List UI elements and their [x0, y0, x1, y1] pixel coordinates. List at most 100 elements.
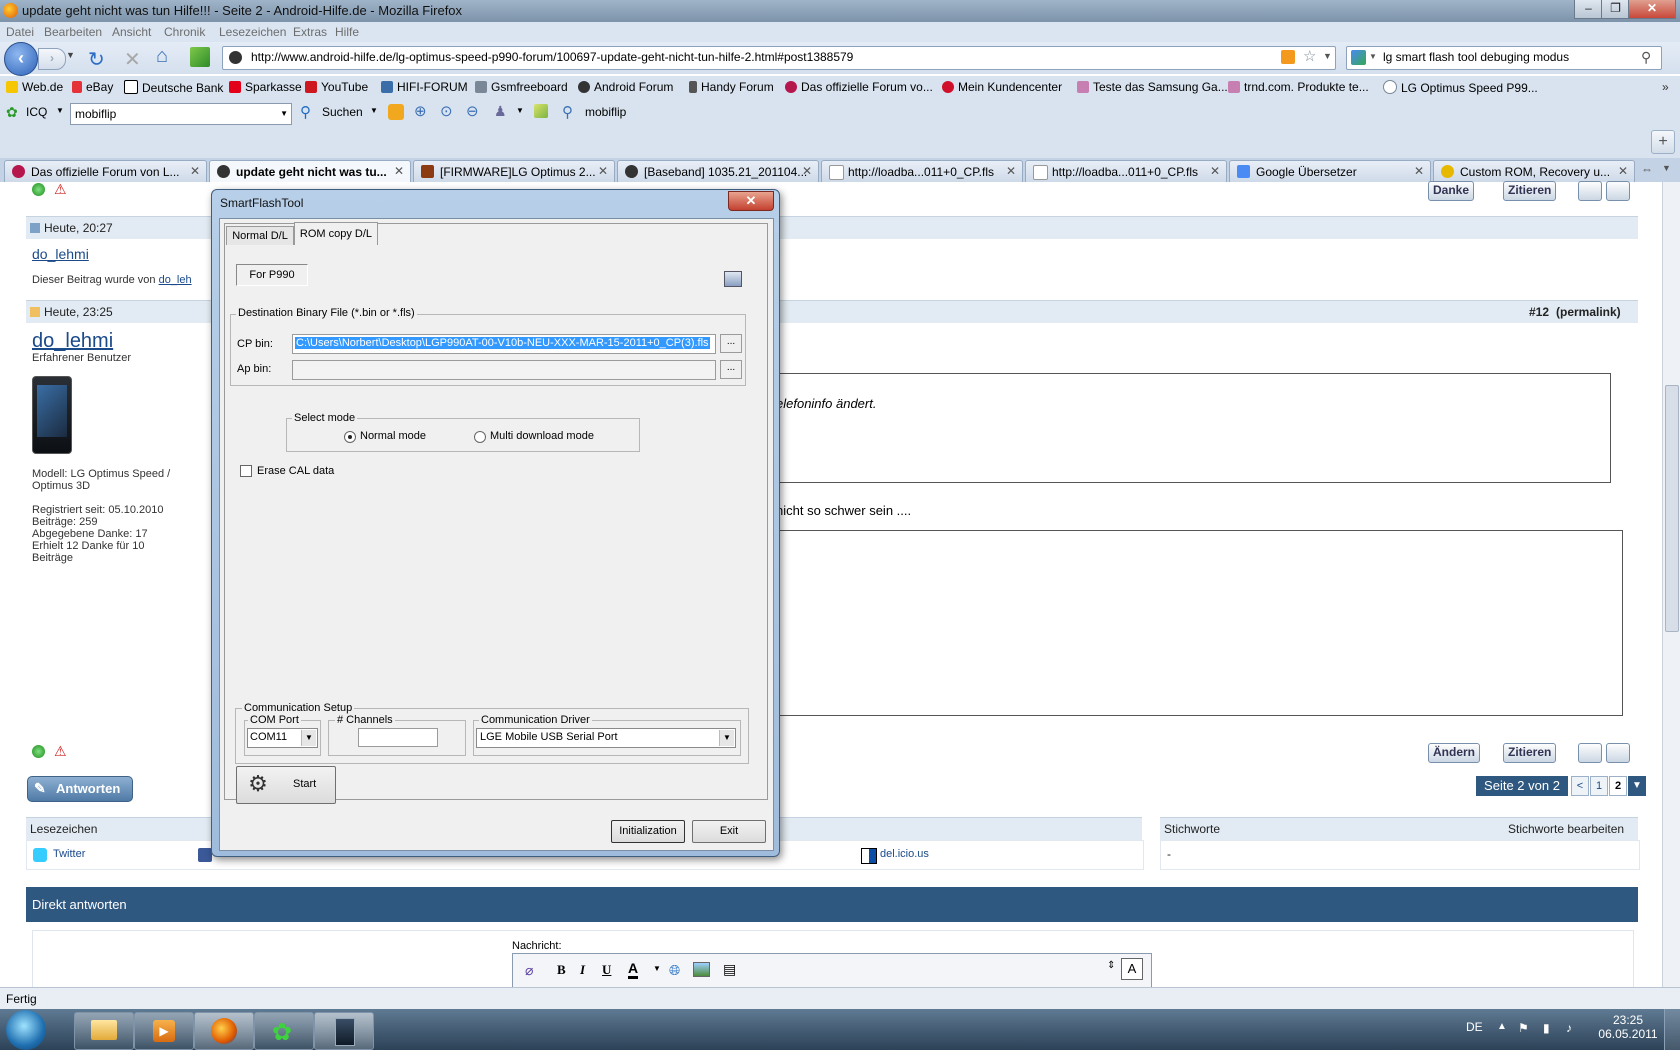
menu-datei[interactable]: Datei	[6, 25, 34, 39]
resize-editor-icon[interactable]: ⇕	[1107, 960, 1115, 971]
tab-list-icon[interactable]: ▼	[1662, 163, 1671, 173]
font-color-button[interactable]: A	[628, 960, 639, 979]
toolbar-search-dropdown-icon[interactable]: ▼	[370, 106, 378, 115]
com-port-dropdown-icon[interactable]: ▼	[301, 730, 316, 746]
post-author-link[interactable]: do_lehmi	[32, 246, 89, 262]
channels-input[interactable]	[358, 728, 438, 747]
ap-browse-button[interactable]: ...	[720, 360, 742, 379]
forward-button[interactable]: ›	[38, 48, 66, 70]
multi-download-radio[interactable]	[474, 431, 486, 443]
mobiflip-link[interactable]: mobiflip	[585, 105, 626, 119]
bookmark-deutsche-bank[interactable]: Deutsche Bank	[124, 80, 223, 95]
driver-select[interactable]: LGE Mobile USB Serial Port ▼	[476, 728, 736, 748]
page-scrollbar-thumb[interactable]	[1665, 385, 1679, 632]
menu-bearbeiten[interactable]: Bearbeiten	[44, 25, 102, 39]
pager-prev[interactable]: <	[1571, 776, 1589, 796]
zitieren-button[interactable]: Zitieren	[1503, 743, 1557, 763]
tab-offizielle-forum[interactable]: Das offizielle Forum von L... ✕	[4, 160, 207, 183]
toolbar-icq-icon[interactable]	[388, 104, 404, 120]
new-tab-button[interactable]: +	[1651, 130, 1675, 154]
taskbar-media-player[interactable]: ▶	[134, 1012, 194, 1050]
highlight-icon[interactable]	[534, 104, 548, 118]
stop-icon[interactable]: ✕	[124, 47, 141, 72]
report-post-icon[interactable]: ⚠	[54, 181, 67, 198]
computer-icon[interactable]	[724, 271, 742, 287]
tab-close-icon[interactable]: ✕	[1414, 164, 1424, 178]
back-button[interactable]: ‹	[4, 42, 38, 76]
menu-chronik[interactable]: Chronik	[164, 25, 205, 39]
volume-icon[interactable]: ♪	[1566, 1021, 1572, 1035]
menu-ansicht[interactable]: Ansicht	[112, 25, 151, 39]
language-indicator[interactable]: DE	[1466, 1020, 1483, 1034]
post-number[interactable]: #12	[1529, 305, 1549, 319]
start-flash-button[interactable]: ⚙ Start	[236, 766, 336, 804]
multi-quote-icon[interactable]	[1578, 743, 1602, 763]
antworten-button[interactable]: ✎ Antworten	[27, 776, 133, 802]
bookmark-hifi-forum[interactable]: HIFI-FORUM	[381, 80, 468, 94]
tab-scroll-icon[interactable]: ⇔	[1641, 162, 1653, 176]
stichworte-edit-link[interactable]: Stichworte bearbeiten	[1508, 822, 1624, 836]
minimize-button[interactable]: –	[1574, 0, 1603, 19]
permalink[interactable]: (permalink)	[1556, 305, 1621, 319]
zoom-out-icon[interactable]: ⊖	[466, 102, 479, 120]
network-icon[interactable]: ⚑	[1518, 1021, 1529, 1035]
bookmarks-overflow-icon[interactable]: »	[1662, 80, 1669, 94]
menu-hilfe[interactable]: Hilfe	[335, 25, 359, 39]
url-bar[interactable]: http://www.android-hilfe.de/lg-optimus-s…	[222, 46, 1336, 70]
erase-cal-checkbox[interactable]	[240, 465, 252, 477]
zitieren-button[interactable]: Zitieren	[1503, 181, 1557, 201]
icq-select-arrow-icon[interactable]: ▼	[280, 109, 288, 118]
icq-search-select[interactable]: mobiflip ▼	[70, 103, 292, 125]
delicious-link[interactable]: del.icio.us	[880, 848, 929, 860]
show-desktop-button[interactable]	[1664, 1009, 1680, 1050]
url-dropdown-icon[interactable]: ▼	[1323, 51, 1332, 61]
andern-button[interactable]: Ändern	[1428, 743, 1480, 763]
bookmark-handy-forum[interactable]: Handy Forum	[689, 80, 774, 94]
bookmark-android-forum[interactable]: Android Forum	[578, 80, 673, 94]
bold-button[interactable]: B	[557, 962, 566, 978]
bookmark-ebay[interactable]: eBay	[72, 80, 113, 94]
toolbar-search-icon[interactable]: ⚲	[300, 103, 311, 121]
zoom-reset-icon[interactable]: ⊙	[440, 102, 453, 120]
tab-baseband[interactable]: [Baseband] 1035.21_201104... ✕	[617, 160, 819, 183]
clock[interactable]: 23:25 06.05.2011	[1598, 1013, 1658, 1041]
bookmark-star-icon[interactable]: ☆	[1303, 47, 1316, 65]
driver-dropdown-icon[interactable]: ▼	[719, 730, 734, 746]
bookmark-trnd[interactable]: trnd.com. Produkte te...	[1228, 80, 1369, 94]
toolbar-search-label[interactable]: Suchen	[322, 105, 363, 119]
multi-quote-icon[interactable]	[1578, 181, 1602, 201]
insert-quote-icon[interactable]: ▤	[723, 961, 736, 978]
toggle-editor-mode-icon[interactable]: A	[1121, 958, 1143, 980]
dialog-close-button[interactable]: ✕	[728, 191, 774, 211]
history-dropdown-icon[interactable]: ▼	[66, 50, 76, 66]
quick-reply-icon[interactable]	[1606, 181, 1630, 201]
bookmark-sparkasse[interactable]: Sparkasse	[229, 80, 302, 94]
exit-button[interactable]: Exit	[692, 820, 766, 843]
bookmark-webde[interactable]: Web.de	[6, 80, 63, 94]
erase-cal-label[interactable]: Erase CAL data	[257, 465, 334, 477]
start-button[interactable]	[6, 1010, 46, 1050]
tab-close-icon[interactable]: ✕	[1006, 164, 1016, 178]
tab-update-geht-nicht[interactable]: update geht nicht was tu... ✕	[209, 160, 411, 183]
addon-icon[interactable]	[190, 47, 210, 67]
icq-dropdown-icon[interactable]: ▼	[56, 106, 64, 115]
report-post-icon[interactable]: ⚠	[54, 743, 67, 760]
search-engine-dropdown-icon[interactable]: ▼	[1369, 52, 1377, 61]
tab-custom-rom[interactable]: Custom ROM, Recovery u... ✕	[1433, 160, 1635, 183]
ap-bin-field[interactable]	[292, 360, 716, 380]
initialization-button[interactable]: Initialization	[611, 820, 685, 843]
taskbar-icq[interactable]: ✿	[254, 1012, 314, 1050]
mobiflip-icon[interactable]: ⚲	[562, 103, 573, 121]
font-color-dropdown-icon[interactable]: ▼	[653, 964, 661, 973]
italic-button[interactable]: I	[580, 962, 585, 978]
twitter-link[interactable]: Twitter	[53, 848, 85, 860]
search-engine-icon[interactable]	[1351, 50, 1366, 65]
pager-menu-icon[interactable]: ▼	[1628, 776, 1646, 796]
search-bar[interactable]: ▼ lg smart flash tool debuging modus ⚲	[1346, 46, 1662, 70]
home-icon[interactable]: ⌂	[156, 45, 168, 68]
tab-close-icon[interactable]: ✕	[1618, 164, 1628, 178]
tray-expand-icon[interactable]: ▲	[1497, 1021, 1507, 1032]
tab-close-icon[interactable]: ✕	[1210, 164, 1220, 178]
taskbar-smartflashtool[interactable]	[314, 1012, 374, 1050]
tab-close-icon[interactable]: ✕	[394, 164, 404, 178]
